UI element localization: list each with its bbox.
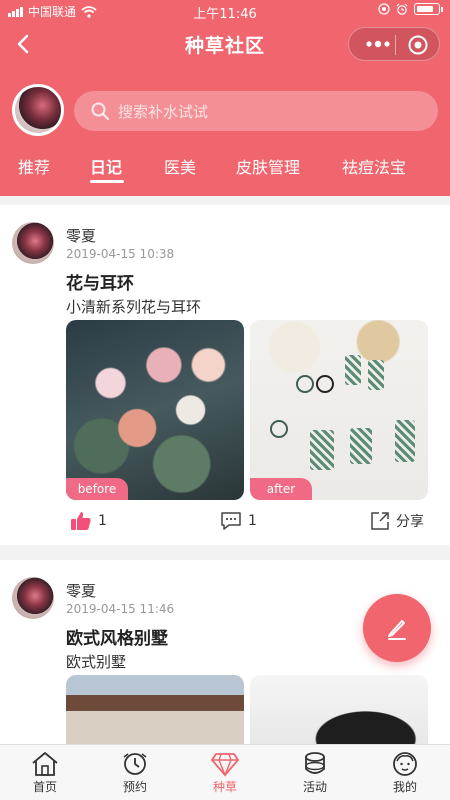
category-tabs: 推荐 日记 医美 皮肤管理 祛痘法宝 — [0, 150, 450, 190]
profile-icon — [393, 752, 417, 776]
activity-icon — [305, 752, 325, 774]
status-right — [378, 3, 443, 15]
earring-graphic — [368, 360, 384, 390]
tab-diary[interactable]: 日记 — [90, 154, 122, 178]
search-input[interactable]: 搜索补水试试 — [74, 91, 438, 131]
nav-home[interactable]: 首页 — [0, 749, 90, 799]
search-placeholder: 搜索补水试试 — [118, 103, 209, 121]
post-photo-portrait[interactable] — [250, 675, 428, 755]
like-count: 1 — [98, 513, 107, 529]
earring-graphic — [270, 420, 288, 438]
bottom-nav: 首页 预约 种草 活动 我的 — [0, 744, 450, 800]
earring-graphic — [316, 375, 334, 393]
earring-graphic — [395, 420, 415, 462]
nav-label: 首页 — [32, 780, 57, 794]
earring-graphic — [345, 355, 361, 385]
close-miniprogram-icon[interactable] — [407, 34, 429, 56]
tab-recommend[interactable]: 推荐 — [18, 154, 50, 178]
diamond-icon — [211, 753, 239, 777]
title-bar: 种草社区 — [0, 22, 450, 68]
nav-label: 种草 — [212, 780, 237, 794]
appointment-icon — [123, 753, 147, 775]
comment-count: 1 — [248, 513, 257, 529]
post-description: 欧式别墅 — [66, 653, 127, 671]
after-tag: after — [250, 478, 312, 500]
comment-button[interactable]: 1 — [220, 511, 257, 531]
nav-label: 活动 — [302, 780, 327, 794]
tab-skin-care[interactable]: 皮肤管理 — [236, 154, 300, 178]
share-label: 分享 — [396, 514, 424, 530]
share-icon — [371, 512, 389, 530]
alarm-icon — [396, 3, 408, 15]
earring-graphic — [310, 430, 334, 470]
thumbs-up-icon — [71, 512, 91, 530]
user-avatar[interactable] — [12, 84, 64, 136]
nav-profile[interactable]: 我的 — [360, 749, 450, 799]
share-button[interactable]: 分享 — [370, 511, 424, 531]
more-icon[interactable] — [363, 36, 393, 52]
before-tag: before — [66, 478, 128, 500]
active-tab-indicator — [90, 180, 124, 183]
status-bar: 中国联通 上午11:46 — [0, 0, 450, 22]
edit-icon — [388, 620, 406, 640]
miniprogram-capsule — [348, 27, 440, 61]
post-username[interactable]: 零夏 — [66, 225, 96, 246]
app-root: 中国联通 上午11:46 种草社区 搜索补水试试 推荐 日记 医美 皮肤管理 祛… — [0, 0, 450, 800]
tab-acne-treatment[interactable]: 祛痘法宝 — [342, 154, 406, 178]
post-timestamp: 2019-04-15 10:38 — [66, 247, 175, 261]
post-title: 花与耳环 — [66, 274, 134, 294]
home-icon — [32, 752, 58, 776]
nav-activity[interactable]: 活动 — [270, 749, 360, 799]
post-avatar[interactable] — [12, 222, 54, 264]
post-avatar[interactable] — [12, 577, 54, 619]
post-title: 欧式风格别墅 — [66, 629, 168, 649]
post-description: 小清新系列花与耳环 — [66, 298, 202, 316]
nav-community[interactable]: 种草 — [180, 749, 270, 799]
location-icon — [378, 3, 390, 15]
post-username[interactable]: 零夏 — [66, 580, 96, 601]
post-photo-villa[interactable] — [66, 675, 244, 755]
header: 中国联通 上午11:46 种草社区 搜索补水试试 推荐 日记 医美 皮肤管理 祛… — [0, 0, 450, 196]
post-card[interactable]: 零夏 2019-04-15 10:38 花与耳环 小清新系列花与耳环 befor… — [0, 205, 450, 545]
like-button[interactable]: 1 — [70, 511, 107, 531]
post-timestamp: 2019-04-15 11:46 — [66, 602, 175, 616]
capsule-divider — [395, 35, 396, 55]
nav-label: 我的 — [392, 780, 417, 794]
earring-graphic — [296, 375, 314, 393]
earring-graphic — [350, 428, 372, 464]
nav-appointment[interactable]: 预约 — [90, 749, 180, 799]
battery-icon — [414, 3, 443, 15]
post-photo-earrings[interactable]: after — [250, 320, 428, 500]
comment-icon — [221, 512, 241, 530]
post-actions: 1 1 分享 — [0, 508, 450, 538]
post-photo-flowers[interactable]: before — [66, 320, 244, 500]
compose-button[interactable] — [363, 594, 431, 662]
tab-medical-beauty[interactable]: 医美 — [164, 154, 196, 178]
search-icon — [91, 102, 110, 121]
nav-label: 预约 — [122, 780, 147, 794]
